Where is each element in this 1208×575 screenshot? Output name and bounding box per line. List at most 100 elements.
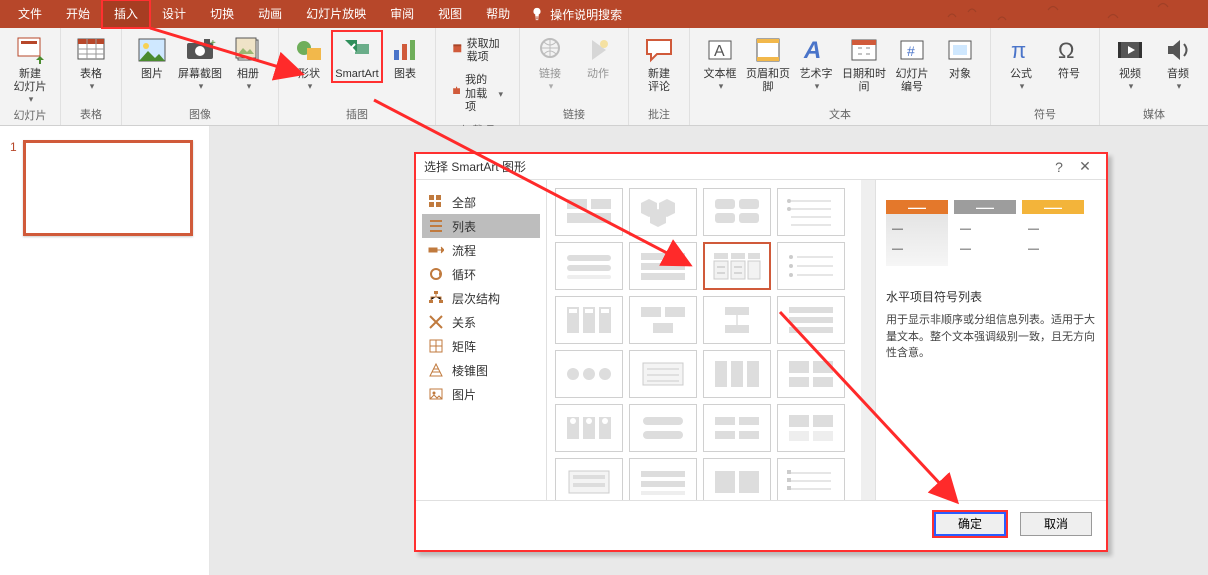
gallery-item[interactable] bbox=[555, 458, 623, 500]
smartart-icon bbox=[341, 34, 373, 66]
slidenum-button[interactable]: # 幻灯片 编号 bbox=[888, 32, 936, 94]
chevron-down-icon: ▾ bbox=[719, 81, 724, 92]
category-cycle[interactable]: 循环 bbox=[422, 262, 540, 286]
get-addins-button[interactable]: 获取加载项 bbox=[448, 36, 507, 66]
header-footer-icon bbox=[752, 34, 784, 66]
equation-button[interactable]: π 公式▾ bbox=[997, 32, 1045, 92]
tab-view[interactable]: 视图 bbox=[426, 0, 474, 28]
album-button[interactable]: 相册▾ bbox=[224, 32, 272, 92]
dialog-close-button[interactable]: ✕ bbox=[1072, 158, 1098, 175]
group-symbols: π 公式▾ Ω 符号 符号 bbox=[991, 28, 1100, 125]
smartart-gallery[interactable] bbox=[546, 180, 876, 500]
category-matrix[interactable]: 矩阵 bbox=[422, 334, 540, 358]
slide-thumbnail[interactable] bbox=[23, 140, 193, 236]
tab-design[interactable]: 设计 bbox=[150, 0, 198, 28]
shapes-icon bbox=[293, 34, 325, 66]
gallery-item[interactable] bbox=[703, 296, 771, 344]
audio-button[interactable]: 音频▾ bbox=[1154, 32, 1202, 92]
wordart-button[interactable]: A 艺术字▾ bbox=[792, 32, 840, 92]
gallery-item[interactable] bbox=[555, 296, 623, 344]
preview-pane: — — — 水平项目符号列表 用于显示非顺序或分组信息列表。适用于大量文本。整个… bbox=[876, 180, 1106, 500]
tab-file[interactable]: 文件 bbox=[6, 0, 54, 28]
action-button[interactable]: 动作 bbox=[574, 32, 622, 81]
decor-birds bbox=[938, 2, 1198, 28]
dialog-help-button[interactable]: ? bbox=[1046, 159, 1072, 175]
group-media: 视频▾ 音频▾ 媒体 bbox=[1100, 28, 1208, 125]
gallery-item[interactable] bbox=[777, 404, 845, 452]
category-hierarchy[interactable]: 层次结构 bbox=[422, 286, 540, 310]
tab-home[interactable]: 开始 bbox=[54, 0, 102, 28]
gallery-item[interactable] bbox=[629, 404, 697, 452]
symbol-button[interactable]: Ω 符号 bbox=[1045, 32, 1093, 81]
group-addins: 获取加载项 我的加载项 ▾ 加载项 bbox=[436, 28, 520, 125]
gallery-item[interactable] bbox=[629, 350, 697, 398]
gallery-item[interactable] bbox=[555, 404, 623, 452]
gallery-item[interactable] bbox=[555, 188, 623, 236]
group-label-text: 文本 bbox=[829, 104, 851, 123]
category-relationship[interactable]: 关系 bbox=[422, 310, 540, 334]
chart-button[interactable]: 图表 bbox=[381, 32, 429, 81]
new-slide-button[interactable]: 新建 幻灯片▾ bbox=[6, 32, 54, 105]
audio-icon bbox=[1162, 34, 1194, 66]
tab-animation[interactable]: 动画 bbox=[246, 0, 294, 28]
ok-button[interactable]: 确定 bbox=[934, 512, 1006, 536]
category-picture[interactable]: 图片 bbox=[422, 382, 540, 406]
category-all[interactable]: 全部 bbox=[422, 190, 540, 214]
tab-slideshow[interactable]: 幻灯片放映 bbox=[294, 0, 378, 28]
group-tables: 表格▾ 表格 bbox=[61, 28, 122, 125]
hierarchy-icon bbox=[428, 290, 444, 306]
dialog-title: 选择 SmartArt 图形 bbox=[424, 158, 526, 175]
table-button[interactable]: 表格▾ bbox=[67, 32, 115, 92]
tab-transition[interactable]: 切换 bbox=[198, 0, 246, 28]
header-footer-button[interactable]: 页眉和页脚 bbox=[744, 32, 792, 94]
preview-name: 水平项目符号列表 bbox=[886, 288, 1096, 306]
action-icon bbox=[582, 34, 614, 66]
chevron-down-icon: ▾ bbox=[90, 81, 95, 92]
gallery-item[interactable] bbox=[703, 458, 771, 500]
gallery-item[interactable] bbox=[777, 296, 845, 344]
tab-insert[interactable]: 插入 bbox=[102, 0, 150, 28]
group-links: 链接▾ 动作 链接 bbox=[520, 28, 629, 125]
tell-me-label: 操作说明搜索 bbox=[550, 6, 622, 23]
my-addins-button[interactable]: 我的加载项 ▾ bbox=[448, 72, 507, 116]
gallery-item[interactable] bbox=[703, 188, 771, 236]
tell-me-search[interactable]: 操作说明搜索 bbox=[530, 6, 622, 23]
object-button[interactable]: 对象 bbox=[936, 32, 984, 81]
group-label-comments: 批注 bbox=[648, 104, 670, 123]
category-list[interactable]: 列表 bbox=[422, 214, 540, 238]
category-process[interactable]: 流程 bbox=[422, 238, 540, 262]
gallery-item-selected[interactable] bbox=[703, 242, 771, 290]
gallery-item[interactable] bbox=[703, 350, 771, 398]
gallery-item[interactable] bbox=[703, 404, 771, 452]
gallery-item[interactable] bbox=[629, 296, 697, 344]
textbox-button[interactable]: A 文本框▾ bbox=[696, 32, 744, 92]
gallery-item[interactable] bbox=[777, 350, 845, 398]
svg-text:Ω: Ω bbox=[1058, 38, 1074, 63]
chevron-down-icon: ▾ bbox=[498, 89, 503, 100]
screenshot-button[interactable]: + 屏幕截图▾ bbox=[176, 32, 224, 92]
gallery-item[interactable] bbox=[629, 242, 697, 290]
cancel-button[interactable]: 取消 bbox=[1020, 512, 1092, 536]
tab-help[interactable]: 帮助 bbox=[474, 0, 522, 28]
datetime-button[interactable]: 日期和时间 bbox=[840, 32, 888, 94]
link-button[interactable]: 链接▾ bbox=[526, 32, 574, 92]
gallery-item[interactable] bbox=[629, 188, 697, 236]
tab-review[interactable]: 审阅 bbox=[378, 0, 426, 28]
category-pyramid[interactable]: 棱锥图 bbox=[422, 358, 540, 382]
pictures-button[interactable]: 图片 bbox=[128, 32, 176, 81]
gallery-item[interactable] bbox=[555, 242, 623, 290]
gallery-item[interactable] bbox=[777, 188, 845, 236]
shapes-button[interactable]: 形状▾ bbox=[285, 32, 333, 92]
smartart-button[interactable]: SmartArt bbox=[333, 32, 381, 81]
gallery-item[interactable] bbox=[777, 458, 845, 500]
gallery-scrollbar[interactable] bbox=[861, 180, 875, 500]
gallery-item[interactable] bbox=[777, 242, 845, 290]
video-button[interactable]: 视频▾ bbox=[1106, 32, 1154, 92]
wordart-icon: A bbox=[800, 34, 832, 66]
group-label-links: 链接 bbox=[563, 104, 585, 123]
gallery-item[interactable] bbox=[629, 458, 697, 500]
new-comment-button[interactable]: 新建 评论 bbox=[635, 32, 683, 94]
equation-icon: π bbox=[1005, 34, 1037, 66]
pyramid-icon bbox=[428, 362, 444, 378]
gallery-item[interactable] bbox=[555, 350, 623, 398]
